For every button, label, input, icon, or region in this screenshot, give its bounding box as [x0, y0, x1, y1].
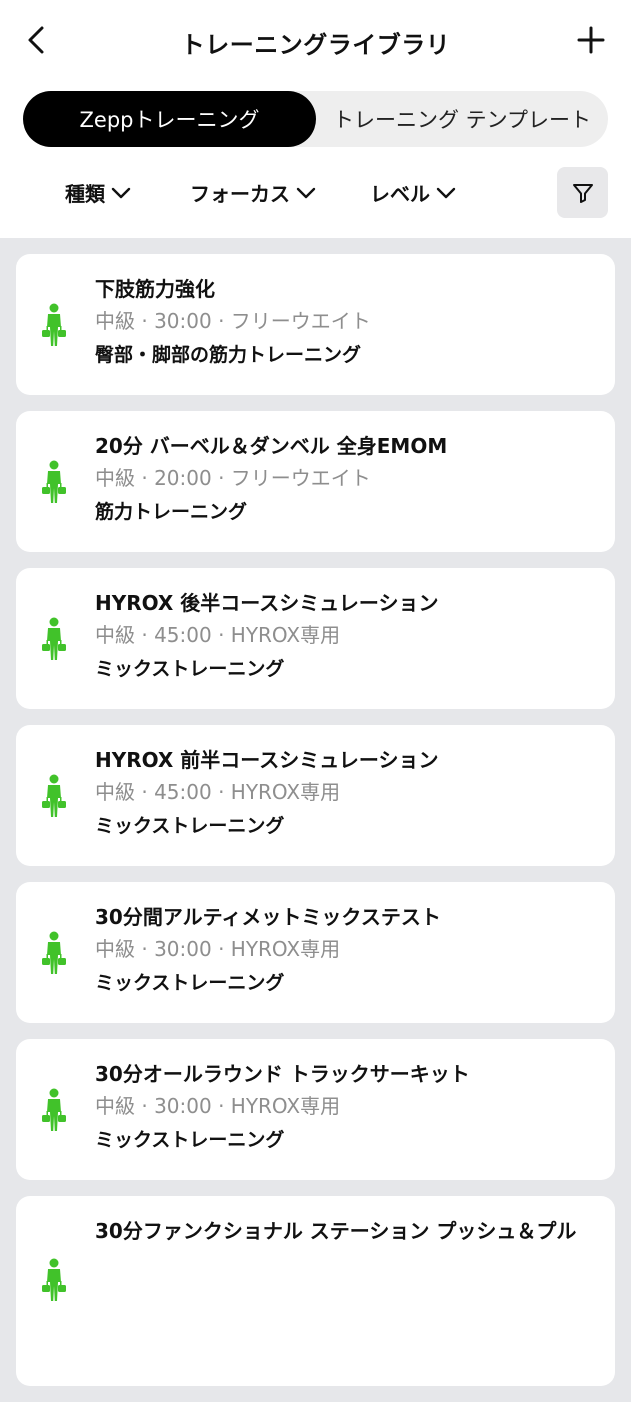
workout-category: 臀部・脚部の筋力トレーニング: [95, 344, 362, 366]
workout-name: 下肢筋力強化: [95, 277, 215, 301]
workout-meta: 中級 · 30:00 · HYROX専用: [95, 1094, 341, 1118]
tab-training-template[interactable]: トレーニング テンプレート: [316, 91, 608, 147]
type-filter-label: 種類: [65, 182, 105, 206]
person-dumbbell-icon: [42, 617, 66, 660]
workout-name: 30分ファンクショナル ステーション プッシュ＆プル: [95, 1219, 577, 1243]
workout-category: 筋力トレーニング: [95, 501, 248, 523]
workout-card[interactable]: 30分オールラウンド トラックサーキット 中級 · 30:00 · HYROX専…: [16, 1039, 615, 1180]
workout-name: 20分 バーベル＆ダンベル 全身EMOM: [95, 434, 448, 458]
workout-meta: 中級 · 45:00 · HYROX専用: [95, 780, 341, 804]
chevron-down-icon: [436, 187, 456, 198]
person-dumbbell-icon: [42, 303, 66, 346]
type-filter-dropdown[interactable]: 種類: [65, 178, 131, 207]
workout-name: 30分オールラウンド トラックサーキット: [95, 1062, 470, 1086]
level-filter-label: レベル: [370, 182, 430, 206]
workout-meta: 中級 · 45:00 · HYROX専用: [95, 623, 341, 647]
person-dumbbell-icon: [42, 1088, 66, 1131]
workout-category: ミックストレーニング: [95, 1129, 285, 1151]
navigation-bar: トレーニングライブラリ: [0, 0, 631, 84]
workout-category: ミックストレーニング: [95, 815, 285, 837]
workout-card[interactable]: HYROX 後半コースシミュレーション 中級 · 45:00 · HYROX専用…: [16, 568, 615, 709]
chevron-down-icon: [111, 187, 131, 198]
workout-meta: 中級 · 30:00 · HYROX専用: [95, 937, 341, 961]
focus-filter-dropdown[interactable]: フォーカス: [190, 178, 316, 207]
workout-card[interactable]: 下肢筋力強化 中級 · 30:00 · フリーウエイト 臀部・脚部の筋力トレーニ…: [16, 254, 615, 395]
workout-meta: 中級 · 20:00 · フリーウエイト: [95, 466, 371, 490]
workout-card[interactable]: 30分ファンクショナル ステーション プッシュ＆プル: [16, 1196, 615, 1386]
page-title: トレーニングライブラリ: [180, 31, 451, 59]
workout-card[interactable]: 30分間アルティメットミックステスト 中級 · 30:00 · HYROX専用 …: [16, 882, 615, 1023]
focus-filter-label: フォーカス: [190, 182, 290, 206]
filter-bar: 種類 フォーカス レベル: [0, 166, 631, 220]
add-button[interactable]: [573, 22, 609, 58]
person-dumbbell-icon: [42, 1258, 66, 1301]
workout-name: HYROX 後半コースシミュレーション: [95, 591, 439, 615]
workout-meta: 中級 · 30:00 · フリーウエイト: [95, 309, 371, 333]
header-area: トレーニングライブラリ Zeppトレーニング トレーニング テンプレート 種類 …: [0, 0, 631, 238]
level-filter-dropdown[interactable]: レベル: [370, 178, 456, 207]
person-dumbbell-icon: [42, 774, 66, 817]
workout-name: 30分間アルティメットミックステスト: [95, 905, 441, 929]
plus-icon: [577, 26, 605, 54]
workout-category: ミックストレーニング: [95, 972, 285, 994]
person-dumbbell-icon: [42, 460, 66, 503]
workout-list: 下肢筋力強化 中級 · 30:00 · フリーウエイト 臀部・脚部の筋力トレーニ…: [16, 254, 615, 1402]
workout-card[interactable]: HYROX 前半コースシミュレーション 中級 · 45:00 · HYROX専用…: [16, 725, 615, 866]
chevron-down-icon: [296, 187, 316, 198]
funnel-icon: [572, 183, 593, 203]
person-dumbbell-icon: [42, 931, 66, 974]
workout-category: ミックストレーニング: [95, 658, 285, 680]
filter-button[interactable]: [557, 167, 608, 218]
workout-name: HYROX 前半コースシミュレーション: [95, 748, 439, 772]
workout-card[interactable]: 20分 バーベル＆ダンベル 全身EMOM 中級 · 20:00 · フリーウエイ…: [16, 411, 615, 552]
tab-zepp-training[interactable]: Zeppトレーニング: [23, 91, 316, 147]
library-tab-switch: Zeppトレーニング トレーニング テンプレート: [23, 91, 608, 147]
